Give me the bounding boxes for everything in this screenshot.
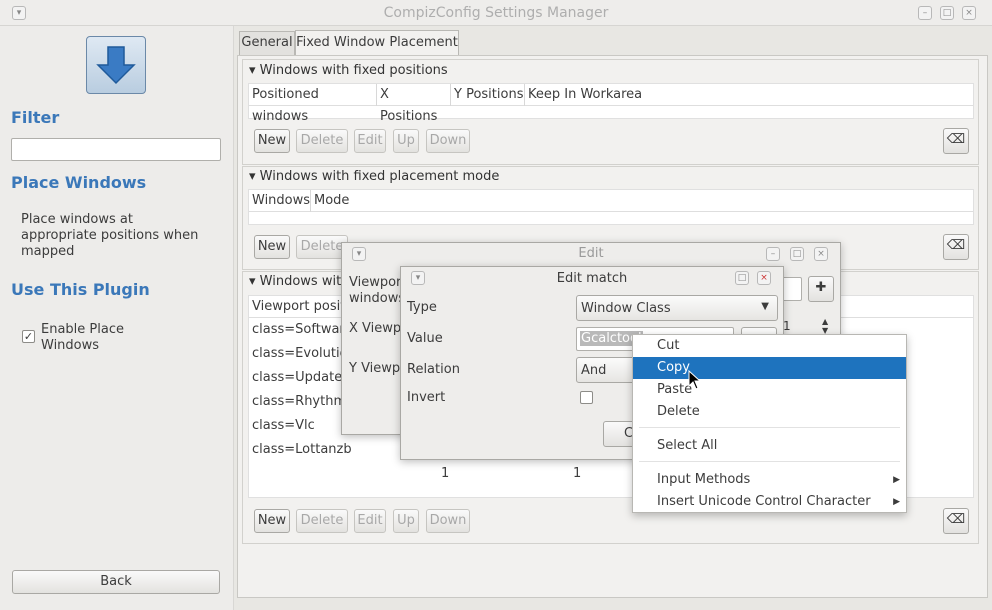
col-windows[interactable]: Windows xyxy=(249,190,311,212)
menu-item-delete[interactable]: Delete xyxy=(633,401,906,423)
minimize-button[interactable]: – xyxy=(918,6,932,20)
col-positioned-windows[interactable]: Positioned windows xyxy=(249,84,377,124)
use-plugin-heading: Use This Plugin xyxy=(11,280,150,299)
edit-close-button[interactable]: × xyxy=(814,247,828,261)
menu-item-cut[interactable]: Cut xyxy=(633,335,906,357)
down-button-3[interactable]: Down xyxy=(426,509,470,533)
spin-arrows-icon[interactable]: ▲ ▼ xyxy=(822,317,828,335)
menu-separator xyxy=(639,427,900,428)
menu-item-copy[interactable]: Copy xyxy=(633,357,906,379)
context-menu: Cut Copy Paste Delete Select All Input M… xyxy=(632,334,907,513)
filter-heading: Filter xyxy=(11,108,60,127)
tab-fixed-window-placement[interactable]: Fixed Window Placement xyxy=(295,30,459,56)
table-row[interactable]: class=Evolutio xyxy=(252,346,348,361)
table-row[interactable]: class=Vlc xyxy=(252,418,315,433)
input-methods-label: Input Methods xyxy=(657,472,751,487)
clear-icon-3[interactable]: ⌫ xyxy=(943,508,969,534)
col-y-positions[interactable]: Y Positions xyxy=(451,84,525,106)
edit-button-3[interactable]: Edit xyxy=(354,509,386,533)
viewport-title: Windows with xyxy=(259,274,350,289)
plugin-icon xyxy=(86,36,146,94)
edit-button[interactable]: Edit xyxy=(354,129,386,153)
x-viewport-spin-value[interactable]: 1 xyxy=(783,319,791,333)
submenu-arrow-icon: ▶ xyxy=(893,475,900,485)
table-row[interactable]: class=Lottanzb xyxy=(252,442,352,457)
fixed-mode-table[interactable]: Windows Mode xyxy=(248,189,974,225)
delete-button[interactable]: Delete xyxy=(296,129,348,153)
table-row[interactable]: class=Software xyxy=(252,322,352,337)
invert-checkbox[interactable] xyxy=(580,391,593,404)
type-select-value: Window Class xyxy=(581,301,671,316)
x-viewport-label: X Viewp xyxy=(349,321,402,336)
viewport-expander[interactable]: ▾ Windows with xyxy=(249,274,349,289)
new-button-3[interactable]: New xyxy=(254,509,290,533)
y-viewport-label: Y Viewp xyxy=(349,361,401,376)
back-button[interactable]: Back xyxy=(12,570,220,594)
enable-plugin-checkbox[interactable]: ✓ xyxy=(22,330,35,343)
clear-icon[interactable]: ⌫ xyxy=(943,128,969,154)
mouse-cursor-icon xyxy=(688,369,702,394)
table-row[interactable]: class=Rhythmb xyxy=(252,394,354,409)
edit-minimize-button[interactable]: – xyxy=(766,247,780,261)
col-mode[interactable]: Mode xyxy=(311,190,371,212)
value-label: Value xyxy=(407,331,443,346)
new-button-2[interactable]: New xyxy=(254,235,290,259)
title-bar: ▾ CompizConfig Settings Manager – □ × xyxy=(0,0,992,26)
col-x-positions[interactable]: X Positions xyxy=(377,84,451,124)
type-select[interactable]: Window Class ▼ xyxy=(576,295,778,321)
edit-maximize-button[interactable]: □ xyxy=(790,247,804,261)
relation-label: Relation xyxy=(407,362,460,377)
add-icon[interactable]: ✚ xyxy=(808,276,834,302)
relation-select-value: And xyxy=(581,363,607,378)
fixed-mode-expander[interactable]: ▾ Windows with fixed placement mode xyxy=(249,169,499,184)
down-button[interactable]: Down xyxy=(426,129,470,153)
table-row[interactable]: class=Update- xyxy=(252,370,347,385)
filter-input[interactable] xyxy=(11,138,221,161)
edit-match-title: Edit match xyxy=(556,271,628,286)
plugin-heading: Place Windows xyxy=(11,173,147,192)
new-button[interactable]: New xyxy=(254,129,290,153)
menu-item-input-methods[interactable]: Input Methods ▶ xyxy=(633,469,906,491)
tab-general[interactable]: General xyxy=(239,31,295,55)
edit-dialog-titlebar: ▾ Edit – □ × xyxy=(342,243,840,265)
menu-item-insert-unicode[interactable]: Insert Unicode Control Character ▶ xyxy=(633,491,906,513)
invert-label: Invert xyxy=(407,390,446,405)
insert-unicode-label: Insert Unicode Control Character xyxy=(657,494,871,509)
chevron-down-icon: ▼ xyxy=(761,301,769,312)
viewport-windows-input[interactable] xyxy=(782,277,802,301)
delete-button-3[interactable]: Delete xyxy=(296,509,348,533)
fixed-positions-table[interactable]: Positioned windows X Positions Y Positio… xyxy=(248,83,974,124)
table-cell: 1 xyxy=(573,466,582,481)
plugin-description: Place windows at appropriate positions w… xyxy=(21,212,199,259)
edit-match-close-button[interactable]: × xyxy=(757,271,771,285)
fixed-mode-title: Windows with fixed placement mode xyxy=(259,169,500,184)
menu-separator xyxy=(639,461,900,462)
menu-item-select-all[interactable]: Select All xyxy=(633,435,906,457)
table-cell: 1 xyxy=(441,466,450,481)
close-button[interactable]: × xyxy=(962,6,976,20)
window-title: CompizConfig Settings Manager xyxy=(383,5,609,21)
col-keep-in-workarea[interactable]: Keep In Workarea xyxy=(525,84,655,106)
fixed-positions-title: Windows with fixed positions xyxy=(259,63,448,78)
enable-plugin-label: Enable Place Windows xyxy=(41,322,124,353)
fixed-positions-expander[interactable]: ▾ Windows with fixed positions xyxy=(249,63,448,78)
edit-match-maximize-button[interactable]: □ xyxy=(735,271,749,285)
up-button-3[interactable]: Up xyxy=(393,509,419,533)
up-button[interactable]: Up xyxy=(393,129,419,153)
maximize-button[interactable]: □ xyxy=(940,6,954,20)
clear-icon-2[interactable]: ⌫ xyxy=(943,234,969,260)
menu-item-paste[interactable]: Paste xyxy=(633,379,906,401)
type-label: Type xyxy=(407,300,437,315)
submenu-arrow-icon: ▶ xyxy=(893,497,900,507)
sidebar: Filter Place Windows Place windows at ap… xyxy=(0,26,234,610)
